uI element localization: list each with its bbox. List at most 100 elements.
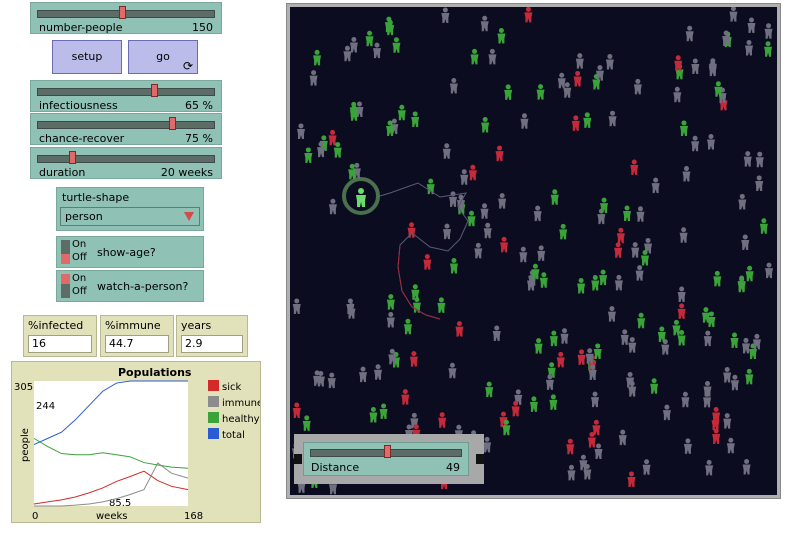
switch-label: watch-a-person? (97, 280, 189, 293)
person-turtle (600, 197, 609, 214)
person-turtle (567, 464, 576, 481)
switch-off-label: Off (72, 252, 87, 263)
person-turtle (498, 193, 507, 209)
person-turtle (641, 249, 650, 266)
person-turtle (657, 326, 666, 342)
person-turtle (712, 406, 721, 423)
person-turtle (549, 394, 558, 410)
world-canvas[interactable] (290, 7, 777, 495)
person-turtle (607, 306, 616, 322)
person-turtle (627, 471, 636, 487)
setup-button[interactable]: setup (52, 40, 122, 74)
frame-handle-left (294, 454, 302, 464)
slider-label: number-people (39, 21, 123, 34)
world-svg (292, 7, 774, 495)
distance-slider[interactable]: Distance 49 (303, 442, 469, 476)
legend-swatch-total (208, 428, 219, 439)
monitor-label: %infected (28, 319, 84, 332)
person-turtle (313, 49, 322, 66)
legend-swatch-sick (208, 380, 219, 391)
person-turtle (577, 349, 586, 365)
person-turtle (673, 86, 682, 103)
go-label: go (156, 50, 170, 63)
plot-canvas: Populations 305 244 85.5 0 168 weeks peo… (14, 366, 260, 522)
person-turtle (677, 303, 686, 319)
person-turtle (651, 177, 660, 194)
person-turtle (620, 329, 629, 345)
watch-a-person-switch[interactable]: On Off watch-a-person? (56, 270, 204, 302)
person-turtle (560, 328, 569, 344)
slider-value: 150 (192, 21, 213, 34)
person-turtle (730, 374, 739, 391)
person-turtle (359, 366, 368, 383)
switch-knob[interactable] (61, 254, 70, 264)
person-turtle (388, 348, 397, 365)
switch-label: show-age? (97, 246, 156, 259)
person-turtle (455, 321, 464, 337)
show-age-switch[interactable]: On Off show-age? (56, 236, 204, 268)
person-turtle (309, 70, 318, 86)
person-turtle (379, 403, 388, 419)
person-turtle (495, 145, 504, 162)
infectiousness-slider[interactable]: infectiousness 65 % (30, 80, 222, 112)
slider-track[interactable] (37, 88, 215, 96)
chooser-value: person (65, 210, 103, 223)
person-turtle (764, 23, 773, 39)
person-turtle (411, 284, 420, 300)
chance-recover-slider[interactable]: chance-recover 75 % (30, 113, 222, 145)
person-turtle (302, 415, 311, 431)
person-turtle (539, 272, 548, 288)
person-turtle (468, 164, 477, 181)
person-turtle (449, 258, 458, 274)
person-turtle (745, 368, 754, 385)
switch-on-label: On (72, 239, 87, 250)
person-turtle (593, 343, 602, 359)
person-turtle (426, 178, 435, 195)
world-view[interactable] (286, 3, 781, 499)
monitor-immune: %immune 44.7 (100, 315, 174, 357)
person-turtle (328, 198, 337, 215)
duration-slider[interactable]: duration 20 weeks (30, 147, 222, 179)
slider-knob[interactable] (384, 445, 391, 458)
person-turtle (691, 58, 700, 75)
person-turtle (635, 265, 644, 281)
turtle-shape-chooser[interactable]: turtle-shape person (56, 187, 204, 231)
person-turtle (374, 364, 383, 380)
go-button[interactable]: go ⟳ (128, 40, 198, 74)
forever-loop-icon: ⟳ (182, 59, 193, 73)
slider-knob[interactable] (69, 151, 76, 164)
person-turtle (443, 223, 452, 240)
person-turtle (403, 318, 412, 335)
person-turtle (373, 42, 382, 59)
slider-knob[interactable] (151, 84, 158, 97)
person-turtle (705, 459, 714, 476)
chooser-dropdown[interactable]: person (60, 207, 200, 226)
switch-knob[interactable] (61, 274, 70, 284)
person-turtle (537, 245, 546, 261)
person-turtle (438, 412, 447, 428)
person-turtle (729, 7, 738, 22)
person-turtle (349, 37, 358, 53)
person-turtle (485, 381, 494, 398)
y-axis-label: people (20, 428, 31, 462)
chooser-label: turtle-shape (62, 191, 130, 204)
plot-legend: sick immune healthy total (208, 380, 260, 441)
person-turtle (614, 242, 623, 258)
person-turtle (608, 110, 617, 127)
person-turtle (343, 45, 352, 62)
people-group (292, 7, 774, 495)
slider-track[interactable] (37, 121, 215, 129)
person-turtle (713, 270, 722, 287)
person-turtle (747, 17, 756, 33)
person-turtle (566, 438, 575, 455)
person-turtle (520, 113, 529, 129)
switch-off-label: Off (72, 286, 87, 297)
person-turtle (550, 189, 559, 205)
slider-track[interactable] (37, 10, 215, 18)
legend-label-immune: immune (222, 398, 260, 409)
person-turtle (480, 203, 489, 219)
slider-track[interactable] (37, 155, 215, 163)
slider-knob[interactable] (119, 6, 126, 19)
number-people-slider[interactable]: number-people 150 (30, 2, 222, 34)
slider-knob[interactable] (169, 117, 176, 130)
